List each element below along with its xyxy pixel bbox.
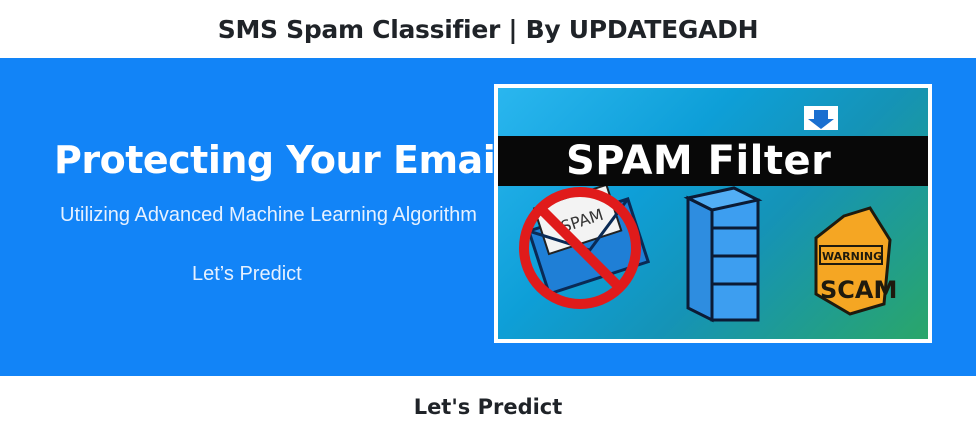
- download-arrow-icon: [804, 106, 838, 130]
- spam-filter-banner-image: SPAM WARNING SCAM SPAM Filter: [494, 84, 932, 343]
- no-spam-envelope-icon: SPAM: [519, 183, 651, 309]
- hero-section: Protecting Your Emails Utilizing Advance…: [0, 58, 976, 376]
- filing-cabinet-icon: [683, 186, 763, 323]
- lets-predict-link[interactable]: Let’s Predict: [192, 263, 302, 286]
- predict-section: Let's Predict: [0, 376, 976, 421]
- warning-scam-sign-icon: WARNING SCAM: [814, 206, 897, 316]
- top-header: SMS Spam Classifier | By UPDATEGADH: [0, 0, 976, 58]
- hero-subtitle: Utilizing Advanced Machine Learning Algo…: [60, 204, 477, 226]
- predict-section-heading: Let's Predict: [413, 395, 563, 419]
- page-title: SMS Spam Classifier | By UPDATEGADH: [217, 14, 759, 44]
- svg-text:SCAM: SCAM: [820, 276, 897, 304]
- hero-title: Protecting Your Emails: [54, 138, 530, 182]
- svg-text:WARNING: WARNING: [822, 250, 882, 263]
- spam-filter-heading: SPAM Filter: [566, 138, 832, 184]
- banner-illustration: SPAM WARNING SCAM: [519, 106, 897, 323]
- spam-filter-heading-band: SPAM Filter: [498, 136, 928, 186]
